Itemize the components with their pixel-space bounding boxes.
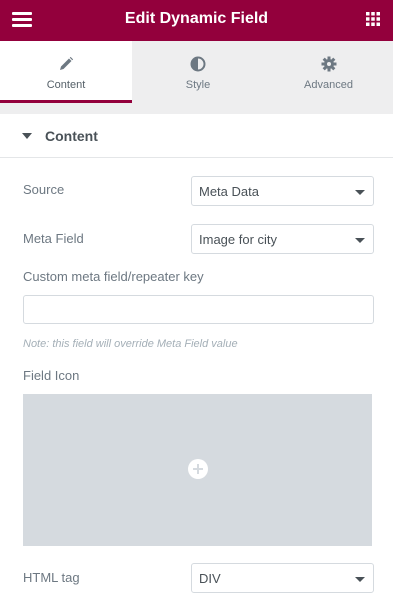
pencil-icon xyxy=(60,56,74,70)
source-label: Source xyxy=(23,182,65,197)
source-select[interactable]: Meta Data xyxy=(191,176,374,206)
tab-content-label: Content xyxy=(46,79,86,91)
panel-tabs: Content Style Advanced xyxy=(0,41,393,103)
grid-apps-icon[interactable] xyxy=(365,11,381,27)
caret-down-icon xyxy=(22,133,32,139)
field-icon-media-picker[interactable] xyxy=(23,394,374,546)
tab-style-label: Style xyxy=(185,79,211,91)
html-tag-select[interactable]: DIV xyxy=(191,563,374,593)
tab-content[interactable]: Content xyxy=(0,41,132,103)
html-tag-label: HTML tag xyxy=(23,570,80,585)
source-value: Meta Data xyxy=(199,184,259,199)
gear-icon xyxy=(321,56,336,72)
plus-circle-icon[interactable] xyxy=(188,459,208,479)
html-tag-value: DIV xyxy=(199,571,221,586)
meta-field-label: Meta Field xyxy=(23,231,84,246)
panel-title: Edit Dynamic Field xyxy=(124,10,269,27)
tabs-spacer xyxy=(0,103,393,114)
section-title: Content xyxy=(45,128,98,144)
tab-advanced-label: Advanced xyxy=(304,79,353,91)
half-circle-contrast-icon xyxy=(190,56,206,72)
custom-key-note: Note: this field will override Meta Fiel… xyxy=(23,338,238,350)
dropdown-arrow-icon xyxy=(355,577,365,582)
meta-field-select[interactable]: Image for city xyxy=(191,224,374,254)
custom-key-label: Custom meta field/repeater key xyxy=(23,269,204,284)
section-content-toggle[interactable]: Content xyxy=(0,114,393,158)
media-edge xyxy=(372,394,374,546)
custom-key-input[interactable] xyxy=(23,295,374,324)
tab-advanced[interactable]: Advanced xyxy=(264,41,393,103)
field-icon-label: Field Icon xyxy=(23,368,80,383)
tab-style[interactable]: Style xyxy=(132,41,264,103)
dropdown-arrow-icon xyxy=(355,190,365,195)
dropdown-arrow-icon xyxy=(355,238,365,243)
meta-field-value: Image for city xyxy=(199,232,278,247)
panel-header: Edit Dynamic Field xyxy=(0,0,393,41)
